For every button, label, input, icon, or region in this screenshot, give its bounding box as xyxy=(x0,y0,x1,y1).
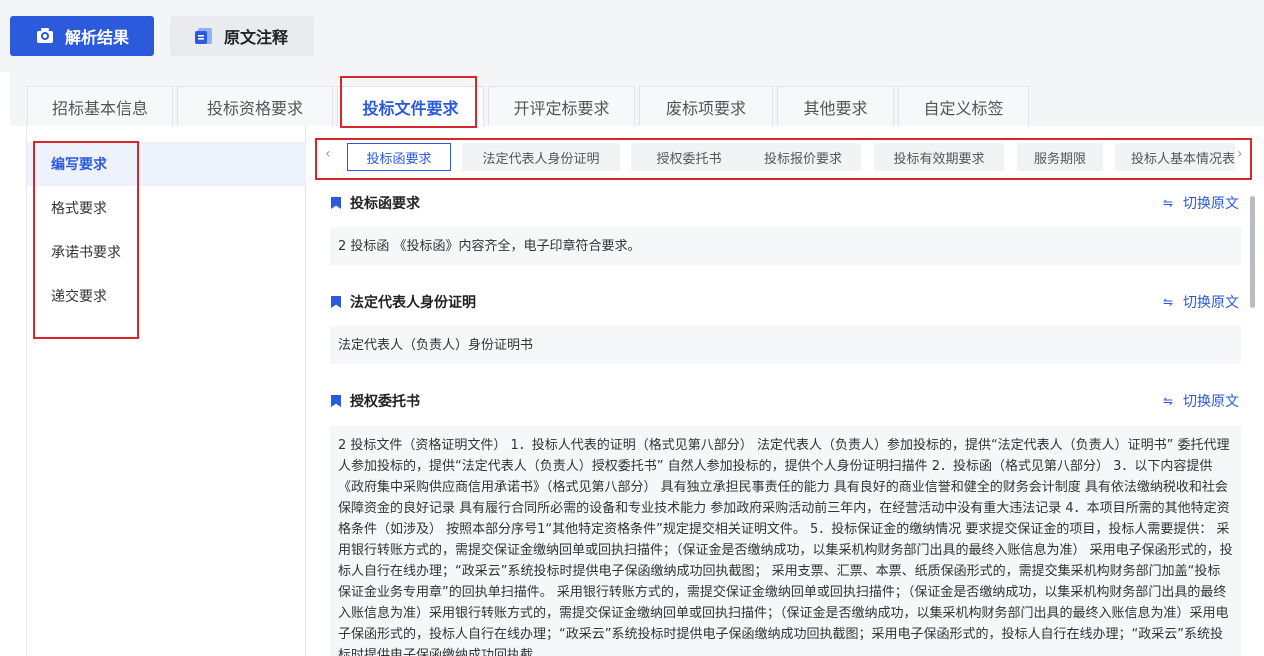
switch-original-button[interactable]: ⇋ 切换原文 xyxy=(1163,390,1239,412)
section-title: 法定代表人身份证明 xyxy=(350,295,476,311)
section-heading: 法定代表人身份证明 xyxy=(331,291,476,313)
switch-icon: ⇋ xyxy=(1163,295,1174,309)
highlight-box-subtabs xyxy=(315,138,1252,180)
original-notes-button[interactable]: 原文注释 xyxy=(170,16,314,56)
switch-label: 切换原文 xyxy=(1183,196,1239,212)
switch-icon: ⇋ xyxy=(1163,394,1174,408)
main-tabs: 招标基本信息 投标资格要求 投标文件要求 开评定标要求 废标项要求 其他要求 自… xyxy=(27,86,1033,126)
scrollbar[interactable] xyxy=(1250,196,1255,308)
section-heading: 授权委托书 xyxy=(331,390,420,412)
flag-icon xyxy=(331,296,341,308)
switch-original-button[interactable]: ⇋ 切换原文 xyxy=(1163,291,1239,313)
document-icon xyxy=(194,27,214,45)
tab-evaluation[interactable]: 开评定标要求 xyxy=(488,86,635,126)
section-heading: 投标函要求 xyxy=(331,192,420,214)
section-content: 2 投标函 《投标函》内容齐全，电子印章符合要求。 xyxy=(330,227,1241,265)
analysis-icon xyxy=(35,27,55,45)
switch-label: 切换原文 xyxy=(1183,394,1239,410)
switch-icon: ⇋ xyxy=(1163,196,1174,210)
tab-other[interactable]: 其他要求 xyxy=(777,86,894,126)
analysis-result-label: 解析结果 xyxy=(65,28,130,47)
switch-original-button[interactable]: ⇋ 切换原文 xyxy=(1163,192,1239,214)
flag-icon xyxy=(331,395,341,407)
section-title: 授权委托书 xyxy=(350,394,420,410)
flag-icon xyxy=(331,197,341,209)
tab-rejection[interactable]: 废标项要求 xyxy=(639,86,773,126)
section-content: 2 投标文件（资格证明文件） 1．投标人代表的证明（格式见第八部分） 法定代表人… xyxy=(330,426,1241,656)
analysis-result-button[interactable]: 解析结果 xyxy=(10,16,154,56)
tab-qualification[interactable]: 投标资格要求 xyxy=(177,86,333,126)
tab-basic-info[interactable]: 招标基本信息 xyxy=(27,86,173,126)
highlight-box-tab xyxy=(340,76,477,128)
switch-label: 切换原文 xyxy=(1183,295,1239,311)
highlight-box-sidebar xyxy=(33,141,139,339)
tab-custom-label[interactable]: 自定义标签 xyxy=(898,86,1029,126)
section-content: 法定代表人（负责人）身份证明书 xyxy=(330,326,1241,364)
original-notes-label: 原文注释 xyxy=(224,28,289,47)
section-title: 投标函要求 xyxy=(350,196,420,212)
